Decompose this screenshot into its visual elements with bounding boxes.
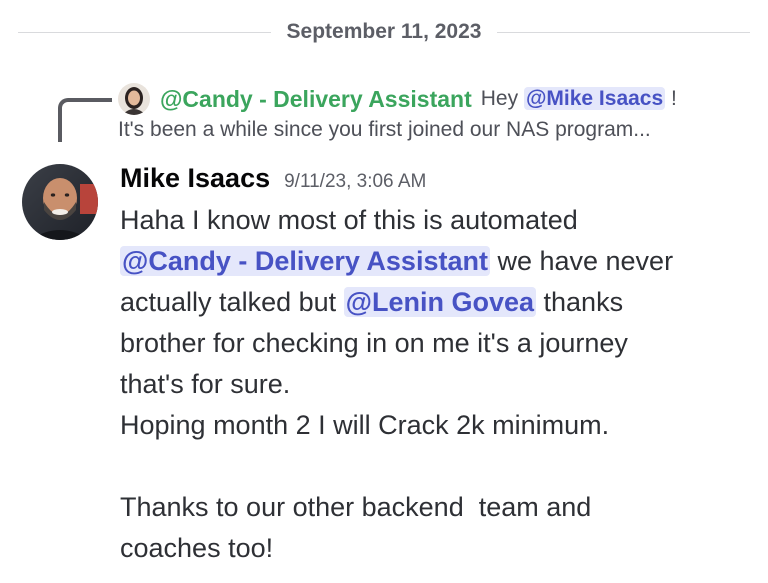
message-line: Hoping month 2 I will Crack 2k minimum.	[120, 410, 610, 440]
message-line: @Candy - Delivery Assistant we have neve…	[120, 241, 740, 282]
message-line: Haha I know most of this is automated	[120, 205, 578, 235]
message-text: thanks	[536, 287, 624, 317]
date-label: September 11, 2023	[286, 20, 482, 43]
reply-text-after: !	[665, 87, 677, 110]
message-text: we have never	[489, 246, 674, 276]
reply-preview[interactable]: @Candy - Delivery Assistant Hey @Mike Is…	[118, 82, 677, 116]
date-divider: September 11, 2023	[18, 14, 750, 50]
avatar[interactable]	[22, 164, 98, 240]
mention-candy[interactable]: @Candy - Delivery Assistant	[120, 246, 490, 276]
divider-line-right	[497, 31, 750, 33]
message-line: that's for sure.	[120, 369, 291, 399]
reply-author-name[interactable]: @Candy - Delivery Assistant	[160, 86, 472, 113]
mention-lenin[interactable]: @Lenin Govea	[343, 287, 537, 317]
message-text: actually talked but	[120, 287, 344, 317]
reply-mention[interactable]: @Mike Isaacs	[523, 87, 666, 110]
reply-connector	[58, 98, 112, 142]
timestamp[interactable]: 9/11/23, 3:06 AM	[284, 171, 426, 193]
message-line: actually talked but @Lenin Govea thanks	[120, 282, 740, 323]
reply-text: Hey @Mike Isaacs !	[481, 87, 677, 111]
message-header: Mike Isaacs 9/11/23, 3:06 AM	[120, 163, 426, 197]
username[interactable]: Mike Isaacs	[120, 163, 270, 194]
message-line: brother for checking in on me it's a jou…	[120, 328, 628, 358]
reply-text-line2: It's been a while since you first joined…	[118, 118, 651, 141]
message-content: Haha I know most of this is automated @C…	[120, 200, 740, 569]
message-line: Thanks to our other backend team and	[120, 492, 592, 522]
message-line: coaches too!	[120, 533, 274, 563]
divider-line-left	[18, 31, 271, 33]
reply-text-before: Hey	[480, 87, 524, 110]
reply-avatar[interactable]	[118, 83, 150, 115]
